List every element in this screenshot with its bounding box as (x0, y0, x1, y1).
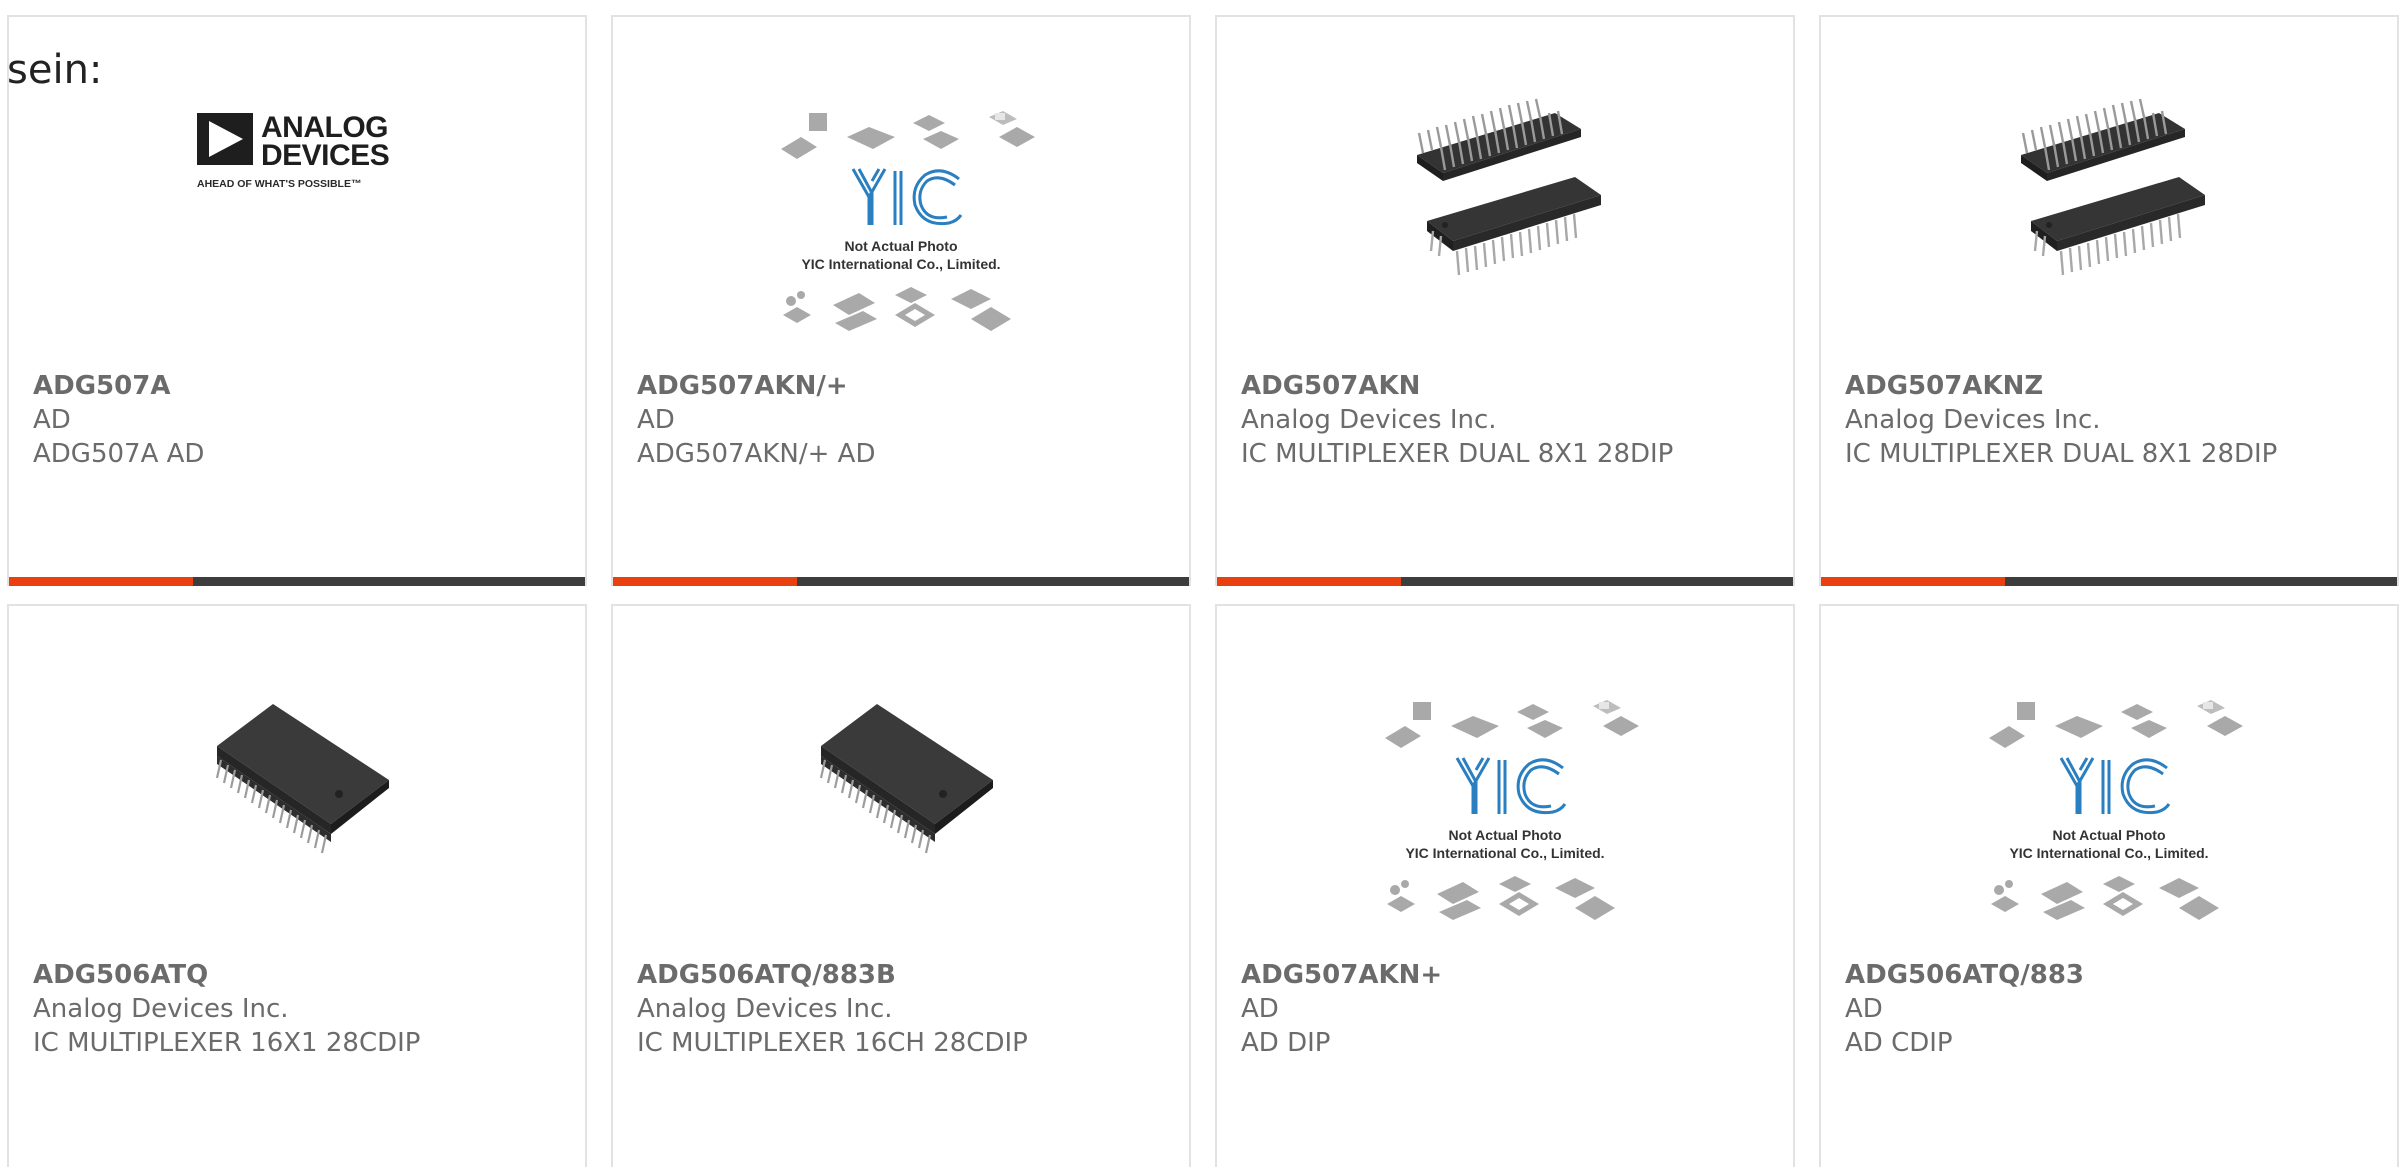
product-description: IC MULTIPLEXER DUAL 8X1 28DIP (1845, 439, 2278, 469)
product-part-number[interactable]: ADG507AKN/+ (637, 369, 1169, 403)
product-info: ADG507A AD ADG507A AD (33, 369, 565, 471)
product-manufacturer: Analog Devices Inc. (1241, 405, 1497, 435)
product-manufacturer: AD (1241, 994, 1279, 1024)
product-grid-page: sein: ADG507A AD ADG507A AD ADG507AKN/+ AD AD… (0, 0, 2400, 1167)
card-bottom-bar-accent (1217, 577, 1401, 586)
product-part-number[interactable]: ADG506ATQ (33, 958, 565, 992)
product-card[interactable]: ADG506ATQ/883 AD AD CDIP (1819, 604, 2399, 1167)
product-description: ADG507AKN/+ AD (637, 439, 876, 469)
product-manufacturer: Analog Devices Inc. (637, 994, 893, 1024)
not-actual-photo-placeholder-image[interactable] (1217, 698, 1793, 998)
product-info: ADG507AKNZ Analog Devices Inc. IC MULTIPLE… (1845, 369, 2377, 471)
product-info: ADG507AKN+ AD AD DIP (1241, 958, 1773, 1060)
product-description: IC MULTIPLEXER 16CH 28CDIP (637, 1028, 1028, 1058)
product-card[interactable]: ADG507AKNZ Analog Devices Inc. IC MULTIPLE… (1819, 15, 2399, 586)
card-bottom-bar (9, 577, 585, 586)
product-card[interactable]: ADG507AKN+ AD AD DIP (1215, 604, 1795, 1167)
card-bottom-bar-accent (613, 577, 797, 586)
product-description: AD CDIP (1845, 1028, 1953, 1058)
product-part-number[interactable]: ADG507AKN (1241, 369, 1773, 403)
product-part-number[interactable]: ADG507AKN+ (1241, 958, 1773, 992)
card-bottom-bar (1821, 577, 2397, 586)
not-actual-photo-placeholder-image[interactable] (1821, 698, 2397, 998)
card-bottom-bar-accent (1821, 577, 2005, 586)
product-card[interactable]: ADG507AKN Analog Devices Inc. IC MULTIPLEX… (1215, 15, 1795, 586)
product-manufacturer: AD (33, 405, 71, 435)
product-card[interactable]: ADG506ATQ Analog Devices Inc. IC MULTIPLEX… (7, 604, 587, 1167)
product-description: ADG507A AD (33, 439, 205, 469)
product-description: AD DIP (1241, 1028, 1331, 1058)
product-info: ADG506ATQ/883B Analog Devices Inc. IC MULT… (637, 958, 1169, 1060)
product-info: ADG507AKN Analog Devices Inc. IC MULTIPLEX… (1241, 369, 1773, 471)
product-part-number[interactable]: ADG506ATQ/883B (637, 958, 1169, 992)
product-part-number[interactable]: ADG507AKNZ (1845, 369, 2377, 403)
product-card[interactable]: ADG507A AD ADG507A AD (7, 15, 587, 586)
product-part-number[interactable]: ADG506ATQ/883 (1845, 958, 2377, 992)
product-card[interactable]: ADG506ATQ/883B Analog Devices Inc. IC MULT… (611, 604, 1191, 1167)
card-bottom-bar (1217, 577, 1793, 586)
product-manufacturer: AD (1845, 994, 1883, 1024)
product-part-number[interactable]: ADG507A (33, 369, 565, 403)
product-card[interactable]: ADG507AKN/+ AD ADG507AKN/+ AD (611, 15, 1191, 586)
card-bottom-bar (613, 577, 1189, 586)
dip-chip-image[interactable] (9, 674, 585, 974)
not-actual-photo-placeholder-image[interactable] (613, 109, 1189, 409)
product-info: ADG507AKN/+ AD ADG507AKN/+ AD (637, 369, 1169, 471)
product-description: IC MULTIPLEXER 16X1 28CDIP (33, 1028, 421, 1058)
dip-chip-pins-up-image[interactable] (1821, 93, 2397, 393)
product-manufacturer: Analog Devices Inc. (33, 994, 289, 1024)
product-manufacturer: Analog Devices Inc. (1845, 405, 2101, 435)
analog-devices-logo-image[interactable] (9, 103, 585, 403)
product-description: IC MULTIPLEXER DUAL 8X1 28DIP (1241, 439, 1674, 469)
dip-chip-pins-up-image[interactable] (1217, 93, 1793, 393)
card-bottom-bar-accent (9, 577, 193, 586)
dip-chip-image[interactable] (613, 674, 1189, 974)
product-info: ADG506ATQ Analog Devices Inc. IC MULTIPLEX… (33, 958, 565, 1060)
product-info: ADG506ATQ/883 AD AD CDIP (1845, 958, 2377, 1060)
product-manufacturer: AD (637, 405, 675, 435)
